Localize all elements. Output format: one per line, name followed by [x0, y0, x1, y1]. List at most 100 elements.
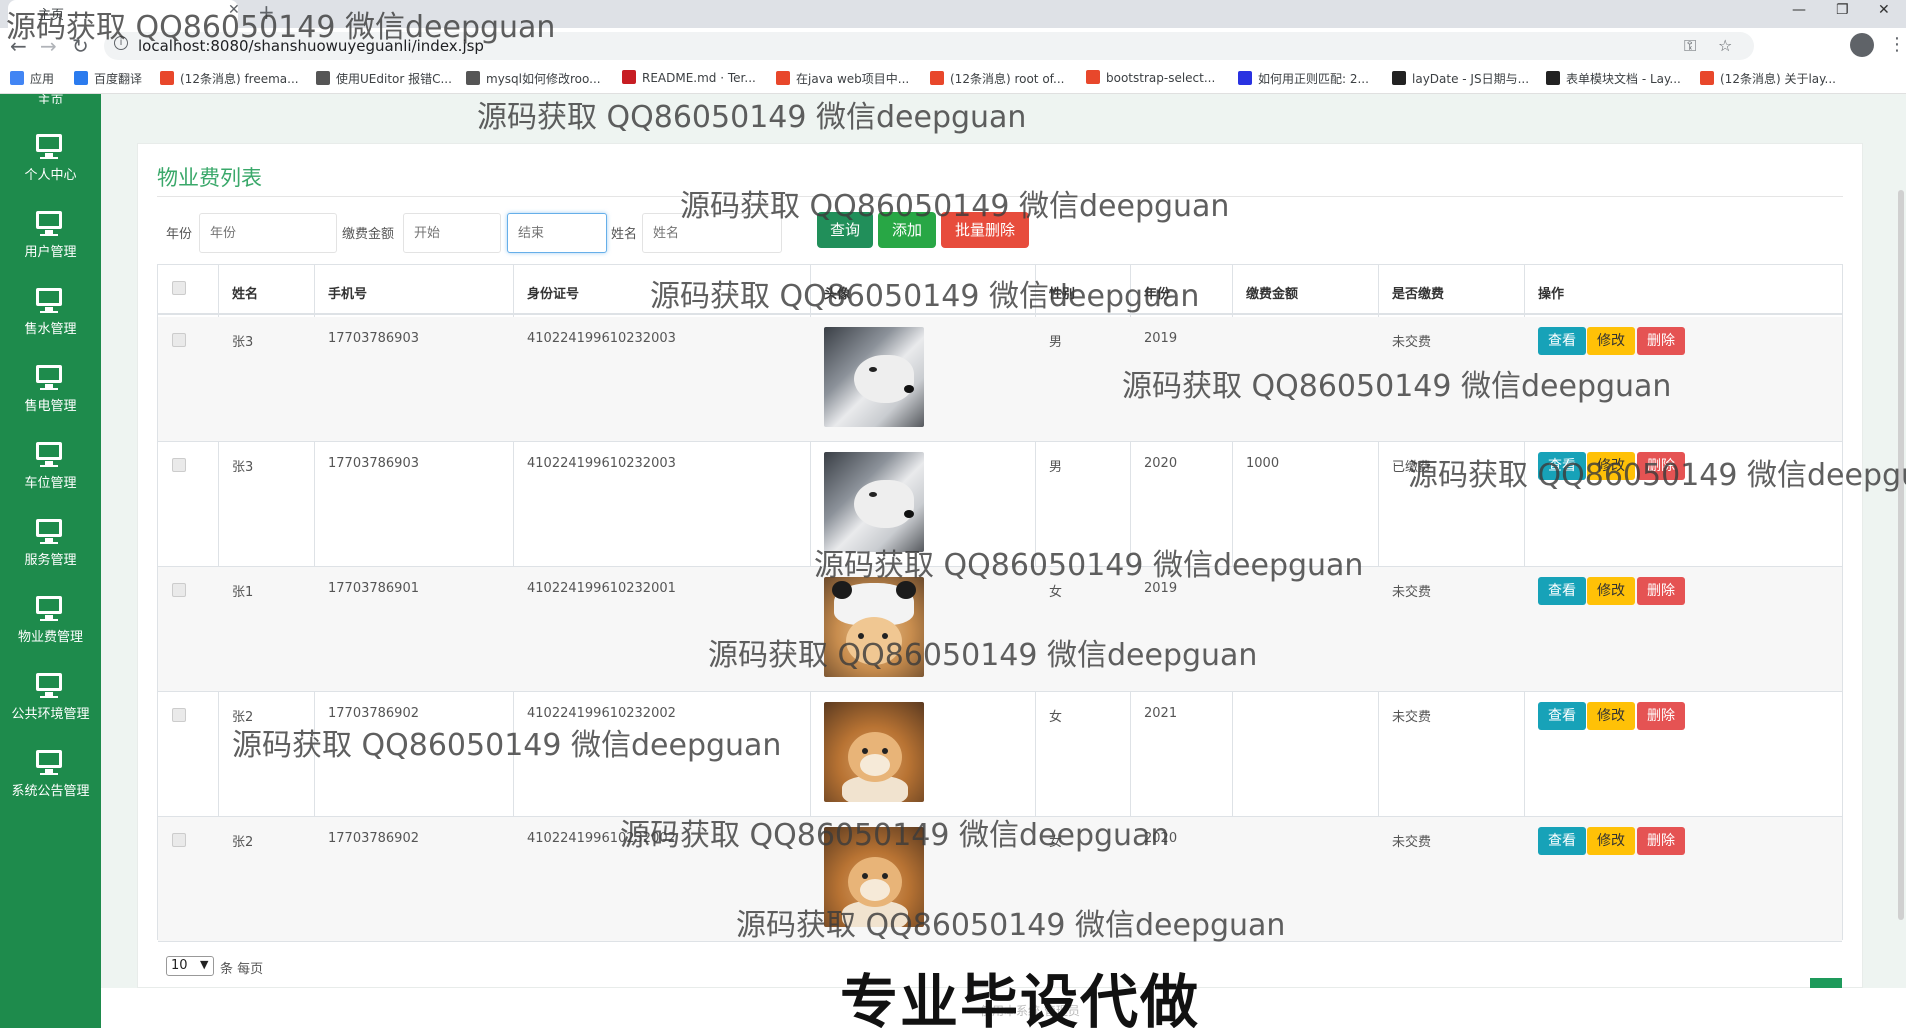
row-checkbox[interactable]	[172, 458, 186, 472]
sidebar-item[interactable]: 车位管理	[0, 434, 101, 504]
query-button[interactable]: 查询	[817, 212, 873, 248]
row-checkbox[interactable]	[172, 708, 186, 722]
bookmark-item[interactable]: README.md · Ter...	[622, 70, 756, 85]
bookmark-star-icon[interactable]: ☆	[1718, 36, 1732, 55]
bookmark-item[interactable]: layDate - JS日期与...	[1392, 70, 1529, 87]
edit-button[interactable]: 修改	[1587, 577, 1635, 605]
view-button[interactable]: 查看	[1538, 702, 1586, 730]
cell-paid: 已缴费	[1392, 460, 1432, 475]
sidebar-item[interactable]: 公共环境管理	[0, 665, 101, 735]
close-window-icon[interactable]: ✕	[1878, 2, 1890, 18]
monitor-icon	[36, 442, 62, 460]
monitor-icon	[36, 365, 62, 383]
bookmark-item[interactable]: (12条消息) root of...	[930, 70, 1064, 87]
bookmark-item[interactable]: 在java web项目中...	[776, 70, 909, 87]
bookmark-item[interactable]: (12条消息) 关于lay...	[1700, 70, 1836, 87]
sidebar-item[interactable]: 个人中心	[0, 126, 101, 196]
edit-button[interactable]: 修改	[1587, 452, 1635, 480]
cell-phone: 17703786901	[328, 581, 419, 596]
scrollbar[interactable]	[1898, 190, 1904, 920]
sidebar-item[interactable]: 售水管理	[0, 280, 101, 350]
sidebar-item-label: 个人中心	[24, 168, 77, 183]
minimize-icon[interactable]: —	[1792, 2, 1806, 18]
menu-kebab-icon[interactable]: ⋮	[1888, 34, 1906, 55]
view-button[interactable]: 查看	[1538, 827, 1586, 855]
sidebar-item[interactable]: 服务管理	[0, 511, 101, 581]
restore-icon[interactable]: ❐	[1836, 2, 1849, 18]
delete-button[interactable]: 删除	[1637, 327, 1685, 355]
name-input[interactable]	[642, 213, 782, 253]
table-row: 张2 17703786902 410224199610232002 女 2020 未交费 查…	[158, 817, 1842, 942]
year-input[interactable]	[199, 213, 337, 253]
delete-button[interactable]: 删除	[1637, 452, 1685, 480]
delete-button[interactable]: 删除	[1637, 702, 1685, 730]
bookmark-item[interactable]: 使用UEditor 报错C...	[316, 70, 452, 87]
cell-gender: 男	[1049, 335, 1063, 350]
bookmark-item[interactable]: (12条消息) freema...	[160, 70, 299, 87]
reload-icon[interactable]: ↻	[72, 34, 89, 58]
info-icon[interactable]: i	[114, 36, 128, 50]
browser-tab-strip: 主页 ✕ + — ❐ ✕	[0, 0, 1906, 28]
amount-end-input[interactable]	[507, 213, 607, 253]
sidebar-item-home-partial[interactable]: 主页	[0, 90, 101, 104]
avatar	[824, 577, 924, 677]
view-button[interactable]: 查看	[1538, 452, 1586, 480]
sidebar-item[interactable]: 系统公告管理	[0, 742, 101, 812]
row-checkbox[interactable]	[172, 833, 186, 847]
col-paid: 是否缴费	[1392, 287, 1445, 302]
cell-id-card: 410224199610232003	[527, 456, 676, 471]
monitor-base	[40, 696, 58, 698]
bookmark-item[interactable]: bootstrap-select...	[1086, 70, 1215, 85]
col-avatar: 头像	[824, 287, 851, 302]
delete-button[interactable]: 删除	[1637, 827, 1685, 855]
add-button[interactable]: 添加	[878, 212, 936, 248]
col-year: 年份	[1144, 287, 1171, 302]
amount-start-input[interactable]	[403, 213, 501, 253]
edit-button[interactable]: 修改	[1587, 827, 1635, 855]
sidebar-item[interactable]: 物业费管理	[0, 588, 101, 658]
edit-button[interactable]: 修改	[1587, 327, 1635, 355]
url-field[interactable]: i localhost:8080/shanshuowuyeguanli/inde…	[104, 32, 1754, 60]
back-icon[interactable]: ←	[10, 34, 27, 58]
row-checkbox[interactable]	[172, 333, 186, 347]
sidebar-item[interactable]: 用户管理	[0, 203, 101, 273]
browser-tab[interactable]: 主页 ✕	[8, 0, 240, 28]
key-icon[interactable]: ⚿	[1684, 36, 1696, 56]
row-checkbox[interactable]	[172, 583, 186, 597]
bookmark-label: (12条消息) 关于lay...	[1720, 72, 1836, 86]
avatar	[824, 702, 924, 802]
csdn-icon	[160, 71, 174, 85]
cell-gender: 女	[1049, 585, 1063, 600]
batch-delete-button[interactable]: 批量删除	[941, 212, 1029, 248]
sidebar-item[interactable]: 售电管理	[0, 357, 101, 427]
edit-button[interactable]: 修改	[1587, 702, 1635, 730]
bookmark-item[interactable]: 表单模块文档 - Lay...	[1546, 70, 1681, 87]
sidebar-item-label: 系统公告管理	[11, 784, 90, 799]
avatar	[824, 452, 924, 552]
view-button[interactable]: 查看	[1538, 327, 1586, 355]
bookmark-item[interactable]: 百度翻译	[74, 70, 142, 87]
profile-avatar[interactable]	[1850, 33, 1874, 57]
bookmark-item[interactable]: 如何用正则匹配: 2...	[1238, 70, 1369, 87]
select-all-checkbox[interactable]	[172, 281, 186, 295]
monitor-base	[40, 619, 58, 621]
cell-phone: 17703786903	[328, 331, 419, 346]
cell-phone: 17703786903	[328, 456, 419, 471]
bookmark-item[interactable]: 应用	[10, 70, 54, 87]
view-button[interactable]: 查看	[1538, 577, 1586, 605]
bookmark-label: 应用	[30, 72, 55, 86]
tab-close-icon[interactable]: ✕	[228, 2, 240, 18]
table-row: 张2 17703786902 410224199610232002 女 2021 未交费 查…	[158, 692, 1842, 817]
monitor-base	[40, 465, 58, 467]
cell-paid: 未交费	[1392, 835, 1432, 850]
bookmark-label: mysql如何修改roo...	[486, 72, 601, 86]
col-phone: 手机号	[328, 287, 368, 302]
back-to-top-button[interactable]	[1810, 978, 1842, 988]
cell-gender: 男	[1049, 460, 1063, 475]
new-tab-icon[interactable]: +	[258, 0, 275, 24]
forward-icon[interactable]: →	[40, 34, 57, 58]
delete-button[interactable]: 删除	[1637, 577, 1685, 605]
bookmark-item[interactable]: mysql如何修改roo...	[466, 70, 601, 87]
monitor-icon	[36, 673, 62, 691]
promo-banner: 专业毕设代做	[840, 968, 1201, 1028]
